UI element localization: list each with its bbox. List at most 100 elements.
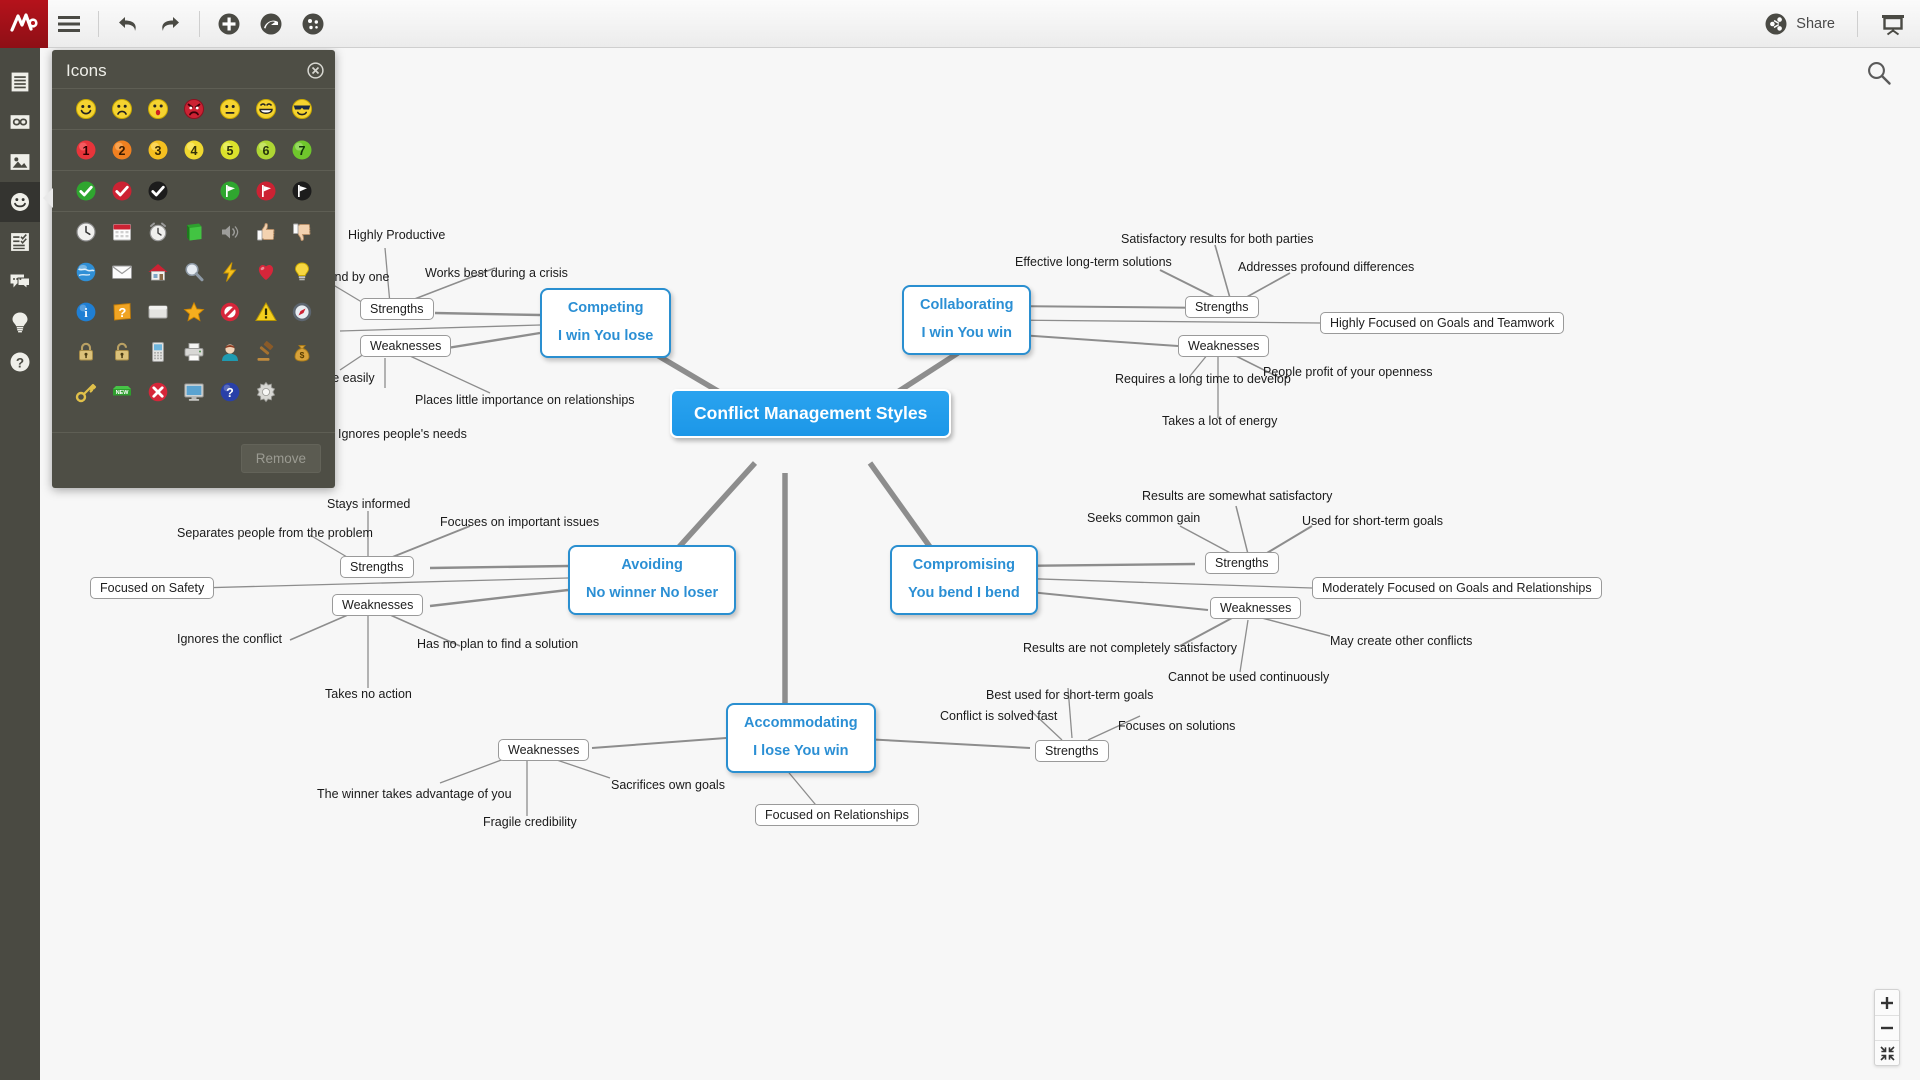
sidebar-item-ideas[interactable] — [0, 302, 40, 342]
money-bag-icon[interactable]: $ — [284, 335, 320, 369]
fit-screen-button[interactable] — [1875, 1040, 1899, 1065]
blank-icon[interactable] — [284, 375, 320, 409]
warning-icon[interactable] — [248, 295, 284, 329]
number-4-icon[interactable]: 4 — [176, 133, 212, 167]
strengths-node-accommodating[interactable]: Strengths — [1035, 740, 1109, 762]
gear-icon[interactable] — [248, 375, 284, 409]
calendar-icon[interactable] — [104, 215, 140, 249]
blank-icon[interactable] — [176, 174, 212, 208]
leaf-node[interactable]: Ignores the conflict — [177, 632, 282, 646]
check-red-icon[interactable] — [104, 174, 140, 208]
add-node-button[interactable] — [208, 0, 250, 48]
weaknesses-node-competing[interactable]: Weaknesses — [360, 335, 452, 357]
leaf-node[interactable]: Seeks common gain — [1087, 511, 1200, 525]
number-2-icon[interactable]: 2 — [104, 133, 140, 167]
leaf-node[interactable]: Takes a lot of energy — [1162, 414, 1277, 428]
thumbs-up-icon[interactable] — [248, 215, 284, 249]
number-5-icon[interactable]: 5 — [212, 133, 248, 167]
leaf-node[interactable]: Sacrifices own goals — [611, 778, 725, 792]
leaf-node[interactable]: Used for short-term goals — [1302, 514, 1443, 528]
redo-button[interactable] — [149, 0, 191, 48]
smiley-laugh-icon[interactable] — [248, 92, 284, 126]
leaf-node[interactable]: Focuses on important issues — [440, 515, 599, 529]
thumbs-down-icon[interactable] — [284, 215, 320, 249]
strengths-node-collaborating[interactable]: Strengths — [1185, 296, 1259, 318]
sidebar-item-comment[interactable] — [0, 262, 40, 302]
close-icon[interactable] — [307, 62, 324, 79]
strengths-node-competing[interactable]: Strengths — [360, 298, 434, 320]
central-node[interactable]: Conflict Management Styles — [670, 389, 952, 438]
smiley-neutral-icon[interactable] — [212, 92, 248, 126]
home-icon[interactable] — [140, 255, 176, 289]
alarm-clock-icon[interactable] — [140, 215, 176, 249]
weaknesses-node-collaborating[interactable]: Weaknesses — [1178, 335, 1270, 357]
sidebar-item-help[interactable]: ? — [0, 342, 40, 382]
number-3-icon[interactable]: 3 — [140, 133, 176, 167]
flag-red-icon[interactable] — [248, 174, 284, 208]
info-icon[interactable]: i — [68, 295, 104, 329]
number-1-icon[interactable]: 1 — [68, 133, 104, 167]
leaf-node[interactable]: Highly Productive — [348, 228, 445, 242]
weaknesses-node-accommodating[interactable]: Weaknesses — [498, 739, 590, 761]
sidebar-item-image[interactable] — [0, 142, 40, 182]
weaknesses-node-compromising[interactable]: Weaknesses — [1210, 597, 1302, 619]
branch-node-accommodating[interactable]: Accommodating I lose You win — [726, 703, 876, 773]
star-icon[interactable] — [176, 295, 212, 329]
leaf-node[interactable]: Addresses profound differences — [1238, 260, 1414, 274]
theme-button[interactable] — [292, 0, 334, 48]
connect-button[interactable] — [250, 0, 292, 48]
smiley-happy-icon[interactable] — [68, 92, 104, 126]
leaf-node[interactable]: Results are not completely satisfactory — [1023, 641, 1237, 655]
gavel-icon[interactable] — [248, 335, 284, 369]
clock-icon[interactable] — [68, 215, 104, 249]
smiley-surprised-icon[interactable] — [140, 92, 176, 126]
globe-icon[interactable] — [68, 255, 104, 289]
app-logo[interactable] — [0, 0, 48, 48]
new-icon[interactable]: NEW — [104, 375, 140, 409]
share-button[interactable]: Share — [1750, 0, 1849, 48]
lock-open-icon[interactable] — [104, 335, 140, 369]
focus-node-accommodating[interactable]: Focused on Relationships — [755, 804, 919, 826]
folder-icon[interactable] — [140, 295, 176, 329]
zoom-out-button[interactable] — [1875, 1015, 1899, 1040]
forbidden-icon[interactable] — [212, 295, 248, 329]
leaf-node[interactable]: Conflict is solved fast — [940, 709, 1057, 723]
question-icon[interactable]: ? — [104, 295, 140, 329]
strengths-node-avoiding[interactable]: Strengths — [340, 556, 414, 578]
book-icon[interactable] — [176, 215, 212, 249]
leaf-node[interactable]: Works best during a crisis — [425, 266, 568, 280]
leaf-node[interactable]: Places little importance on relationship… — [415, 393, 635, 407]
leaf-node[interactable]: Satisfactory results for both parties — [1121, 232, 1313, 246]
check-green-icon[interactable] — [68, 174, 104, 208]
remove-button[interactable]: Remove — [240, 444, 321, 473]
speaker-icon[interactable] — [212, 215, 248, 249]
focus-node-compromising[interactable]: Moderately Focused on Goals and Relation… — [1312, 577, 1602, 599]
leaf-node[interactable]: Ignores people's needs — [338, 427, 467, 441]
compass-icon[interactable] — [284, 295, 320, 329]
leaf-node[interactable]: Cannot be used continuously — [1168, 670, 1329, 684]
leaf-node[interactable]: Results are somewhat satisfactory — [1142, 489, 1332, 503]
smiley-sad-icon[interactable] — [104, 92, 140, 126]
leaf-node[interactable]: The winner takes advantage of you — [317, 787, 512, 801]
bulb-icon[interactable] — [284, 255, 320, 289]
strengths-node-compromising[interactable]: Strengths — [1205, 552, 1279, 574]
sidebar-item-notes[interactable] — [0, 62, 40, 102]
weaknesses-node-avoiding[interactable]: Weaknesses — [332, 594, 424, 616]
help-circle-icon[interactable]: ? — [212, 375, 248, 409]
menu-button[interactable] — [48, 0, 90, 48]
branch-node-competing[interactable]: Competing I win You lose — [540, 288, 672, 358]
delete-icon[interactable] — [140, 375, 176, 409]
person-icon[interactable] — [212, 335, 248, 369]
branch-node-avoiding[interactable]: Avoiding No winner No loser — [568, 545, 737, 615]
number-7-icon[interactable]: 7 — [284, 133, 320, 167]
heart-icon[interactable] — [248, 255, 284, 289]
presentation-button[interactable] — [1866, 0, 1920, 48]
focus-node-avoiding[interactable]: Focused on Safety — [90, 577, 215, 599]
sidebar-item-icons[interactable] — [0, 182, 40, 222]
monitor-icon[interactable] — [176, 375, 212, 409]
leaf-node[interactable]: Has no plan to find a solution — [417, 637, 578, 651]
smiley-angry-icon[interactable] — [176, 92, 212, 126]
branch-node-collaborating[interactable]: Collaborating I win You win — [902, 285, 1032, 355]
check-black-icon[interactable] — [140, 174, 176, 208]
leaf-node[interactable]: May create other conflicts — [1330, 634, 1472, 648]
